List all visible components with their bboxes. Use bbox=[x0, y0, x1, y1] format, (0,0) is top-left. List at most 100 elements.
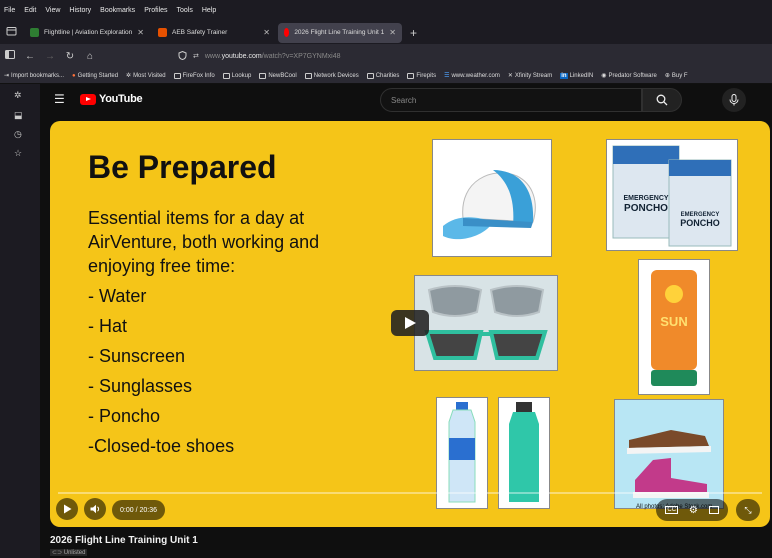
sunscreen-photo: SUN bbox=[638, 259, 710, 395]
play-button[interactable] bbox=[56, 498, 78, 520]
fullscreen-icon[interactable]: ⤡ bbox=[736, 499, 760, 521]
microphone-icon bbox=[729, 94, 739, 106]
firefox-icon: ● bbox=[72, 72, 76, 79]
history-icon[interactable]: ◷ bbox=[14, 129, 22, 140]
tab-flight-line-training[interactable]: 2026 Flight Line Training Unit 1 ✕ bbox=[278, 22, 402, 43]
sunglasses-photo bbox=[414, 275, 558, 371]
browser-sidebar: ✲ ⬓ ◷ ☆ bbox=[0, 84, 40, 558]
bookmark-xfinity[interactable]: ✕ Xfinity Stream bbox=[507, 72, 552, 80]
home-icon[interactable]: ⌂ bbox=[80, 51, 100, 62]
shield-icon[interactable] bbox=[178, 50, 187, 62]
url-bar[interactable]: ⇄ www.youtube.com/watch?v=XP7GYNMxi48 bbox=[178, 47, 598, 65]
volume-button[interactable] bbox=[84, 498, 106, 520]
nav-bar: ← → ↻ ⌂ ⇄ www.youtube.com/watch?v=XP7GYN… bbox=[0, 44, 772, 68]
tab-label: 2026 Flight Line Training Unit 1 bbox=[294, 29, 385, 36]
svg-text:PONCHO: PONCHO bbox=[680, 218, 720, 228]
search-input[interactable]: Search bbox=[380, 88, 642, 112]
big-play-button[interactable] bbox=[391, 310, 429, 336]
bookmark-weather[interactable]: ☰ www.weather.com bbox=[444, 72, 500, 80]
voice-search-button[interactable] bbox=[722, 88, 746, 112]
visibility-badge: ⊂⊃ Unlisted bbox=[50, 549, 88, 556]
reload-icon[interactable]: ↻ bbox=[60, 51, 80, 62]
aeb-favicon-icon bbox=[158, 28, 167, 37]
bookmark-firefox-info[interactable]: FireFox Info bbox=[173, 72, 215, 79]
tab-aeb-safety[interactable]: AEB Safety Trainer ✕ bbox=[152, 23, 276, 43]
tab-list-icon[interactable] bbox=[0, 26, 22, 39]
youtube-header: ☰ YouTube Search bbox=[40, 84, 772, 116]
folder-icon bbox=[366, 72, 374, 79]
link-icon: ⊂⊃ bbox=[52, 550, 63, 556]
bookmark-buy[interactable]: ⊕ Buy F bbox=[664, 72, 688, 80]
folder-icon bbox=[407, 72, 415, 79]
extensions-icon[interactable]: ⬓ bbox=[14, 110, 23, 121]
list-item: - Water bbox=[88, 286, 147, 306]
bookmark-linkedin[interactable]: in LinkedIN bbox=[560, 72, 593, 79]
sidebar-toggle-icon[interactable] bbox=[0, 50, 20, 62]
bookmark-most-visited[interactable]: ✲ Most Visited bbox=[126, 72, 166, 80]
bookmark-newbcool[interactable]: NewBCool bbox=[259, 72, 297, 79]
video-player[interactable]: Be Prepared Essential items for a day at… bbox=[50, 121, 770, 527]
bookmark-import[interactable]: ⇥ Import bookmarks... bbox=[4, 72, 64, 80]
search-icon bbox=[656, 94, 668, 106]
poncho-package-image: EMERGENCY PONCHO EMERGENCY PONCHO bbox=[612, 145, 732, 247]
settings-gear-icon[interactable]: ⚙ bbox=[689, 505, 698, 516]
close-icon[interactable]: ✕ bbox=[137, 28, 144, 37]
folder-icon bbox=[173, 72, 181, 79]
youtube-favicon-icon bbox=[284, 28, 290, 37]
close-icon[interactable]: ✕ bbox=[389, 28, 396, 37]
sunscreen-bottle-image: SUN bbox=[651, 270, 697, 386]
gear-icon: ✲ bbox=[126, 73, 132, 79]
play-icon bbox=[63, 504, 71, 514]
miniplayer-icon[interactable] bbox=[708, 506, 719, 514]
youtube-logo[interactable]: YouTube bbox=[80, 93, 143, 105]
bookmark-charities[interactable]: Charities bbox=[366, 72, 399, 79]
svg-text:SUN: SUN bbox=[660, 314, 687, 329]
menu-history[interactable]: History bbox=[69, 7, 91, 14]
search-button[interactable] bbox=[642, 88, 682, 112]
menu-tools[interactable]: Tools bbox=[177, 7, 193, 14]
slide-item-list: - Water - Hat - Sunscreen - Sunglasses -… bbox=[88, 281, 234, 461]
xfinity-icon: ✕ bbox=[507, 73, 513, 79]
menu-bookmarks[interactable]: Bookmarks bbox=[100, 7, 135, 14]
slide-title: Be Prepared bbox=[88, 149, 277, 185]
back-icon[interactable]: ← bbox=[20, 51, 40, 62]
menu-help[interactable]: Help bbox=[202, 7, 216, 14]
bookmark-firepits[interactable]: Firepits bbox=[407, 72, 436, 79]
folder-icon bbox=[304, 72, 312, 79]
svg-text:EMERGENCY: EMERGENCY bbox=[623, 195, 668, 202]
import-icon: ⇥ bbox=[4, 73, 10, 79]
menu-file[interactable]: File bbox=[4, 7, 15, 14]
time-display: 0:00 / 20:36 bbox=[112, 500, 165, 520]
forward-icon[interactable]: → bbox=[40, 51, 60, 62]
menu-bar: File Edit View History Bookmarks Profile… bbox=[0, 0, 772, 21]
captions-icon[interactable]: CC bbox=[665, 506, 679, 514]
menu-edit[interactable]: Edit bbox=[24, 7, 36, 14]
new-tab-icon[interactable]: + bbox=[410, 26, 417, 40]
bookmark-network-devices[interactable]: Network Devices bbox=[304, 72, 359, 79]
list-item: -Closed-toe shoes bbox=[88, 436, 235, 456]
tab-flightline[interactable]: Flightline | Aviation Exploration ✕ bbox=[24, 23, 150, 43]
menu-view[interactable]: View bbox=[45, 7, 60, 14]
linkedin-icon: in bbox=[560, 72, 568, 79]
hat-photo bbox=[432, 139, 552, 257]
sunglasses-image bbox=[415, 276, 557, 370]
cap-image bbox=[443, 170, 536, 240]
progress-bar[interactable] bbox=[58, 492, 762, 494]
svg-text:PONCHO: PONCHO bbox=[624, 203, 668, 214]
hamburger-menu-icon[interactable]: ☰ bbox=[54, 92, 65, 106]
bookmark-predator[interactable]: ◉ Predator Software bbox=[601, 72, 657, 80]
video-title: 2026 Flight Line Training Unit 1 bbox=[50, 535, 198, 546]
permissions-icon[interactable]: ⇄ bbox=[193, 52, 199, 60]
globe-icon: ⊕ bbox=[664, 73, 670, 79]
bookmark-lookup[interactable]: Lookup bbox=[222, 72, 251, 79]
folder-icon bbox=[259, 72, 267, 79]
menu-profiles[interactable]: Profiles bbox=[144, 7, 167, 14]
list-item: - Poncho bbox=[88, 406, 161, 426]
tab-label: Flightline | Aviation Exploration bbox=[44, 29, 133, 36]
ai-chatbot-icon[interactable]: ✲ bbox=[14, 90, 22, 101]
tab-bar: Flightline | Aviation Exploration ✕ AEB … bbox=[0, 21, 772, 44]
bookmarks-star-icon[interactable]: ☆ bbox=[14, 148, 22, 159]
close-icon[interactable]: ✕ bbox=[263, 28, 270, 37]
bookmark-getting-started[interactable]: ● Getting Started bbox=[72, 73, 118, 79]
tab-label: AEB Safety Trainer bbox=[172, 29, 228, 36]
